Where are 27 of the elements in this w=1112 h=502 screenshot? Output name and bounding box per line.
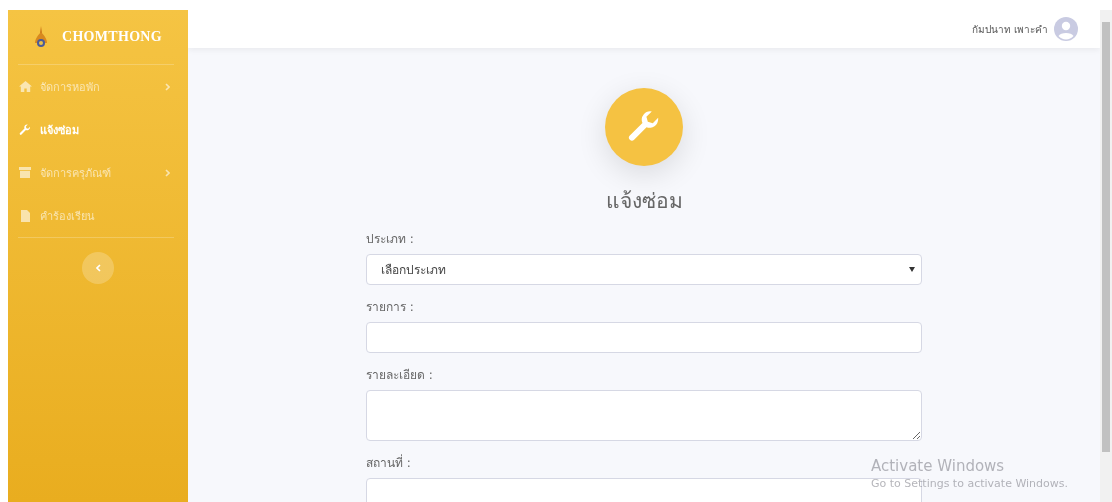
activation-notice-message: Go to Settings to activate Windows. (870, 477, 1068, 490)
collapse-sidebar-button[interactable] (82, 252, 114, 284)
type-dropdown[interactable]: เลือกประเภท (366, 254, 922, 285)
file-icon (20, 209, 30, 222)
input-field[interactable] (366, 322, 922, 353)
sidebar-menu-item[interactable]: คำร้องเรียน (18, 194, 174, 237)
text-area[interactable] (366, 390, 922, 441)
user-avatar-icon[interactable] (1054, 17, 1078, 41)
field-label: รายการ : (366, 299, 414, 316)
dropdown-arrow-icon (909, 267, 915, 272)
box-icon (19, 167, 31, 178)
sidebar-menu-item[interactable]: แจ้งซ่อม (18, 108, 174, 151)
wrench-icon (627, 110, 661, 144)
field-label: สถานที่ : (366, 453, 411, 472)
scrollbar-thumb[interactable] (1102, 22, 1110, 452)
user-name: กัมปนาท เพาะคำ (971, 22, 1048, 37)
scrollbar[interactable] (1100, 10, 1112, 502)
chevron-left-icon (95, 264, 101, 272)
home-icon (18, 81, 32, 92)
wrench-icon (19, 123, 31, 136)
sidebar-menu-item[interactable]: จัดการหอพัก (18, 65, 174, 108)
field-label: รายละเอียด : (366, 367, 433, 384)
page-title: แจ้งซ่อม (605, 188, 683, 215)
activation-notice-title: Activate Windows (870, 457, 1006, 475)
brand-name: CHOMTHONG (62, 29, 162, 45)
sidebar-menu-item[interactable]: จัดการครุภัณฑ์ (18, 151, 174, 194)
field-label: ประเภท : (366, 231, 414, 248)
